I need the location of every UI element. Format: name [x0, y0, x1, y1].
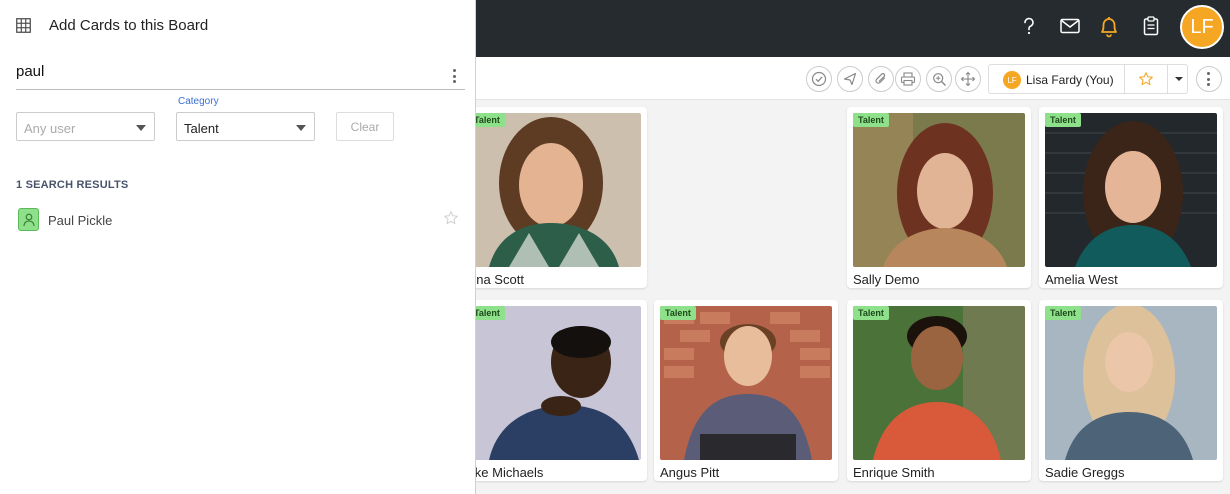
card-name: Angus Pitt [660, 465, 720, 480]
talent-card[interactable]: Talent Angus Pitt [654, 300, 838, 481]
category-tag: Talent [853, 113, 889, 127]
user-name: Lisa Fardy (You) [1026, 73, 1114, 87]
clear-button[interactable]: Clear [336, 112, 394, 141]
profile-photo [469, 113, 641, 267]
profile-photo [469, 306, 641, 460]
favorite-star-icon[interactable] [1124, 65, 1167, 93]
help-icon[interactable] [1017, 14, 1041, 38]
talent-card[interactable]: Talent like Michaels [463, 300, 647, 481]
card-name: nna Scott [469, 272, 524, 287]
star-icon[interactable] [443, 210, 459, 231]
user-avatar[interactable]: LF [1180, 5, 1224, 49]
category-filter-select[interactable]: Talent [176, 112, 315, 141]
category-tag: Talent [1045, 113, 1081, 127]
zoom-icon[interactable] [926, 66, 952, 92]
profile-photo [853, 113, 1025, 267]
card-name: like Michaels [469, 465, 544, 480]
talent-card[interactable]: Talent Amelia West [1039, 107, 1223, 288]
result-name: Paul Pickle [48, 213, 113, 228]
chevron-down-icon [296, 125, 306, 131]
grid-icon [16, 18, 31, 38]
chevron-down-icon[interactable] [1167, 65, 1189, 93]
card-name: Sally Demo [853, 272, 920, 287]
current-user-selector[interactable]: LF Lisa Fardy (You) [988, 64, 1188, 94]
category-label: Category [178, 96, 219, 107]
profile-photo [1045, 306, 1217, 460]
person-icon [18, 208, 39, 231]
category-filter-value: Talent [184, 121, 219, 136]
clipboard-icon[interactable] [1139, 14, 1163, 38]
send-icon[interactable] [837, 66, 863, 92]
check-icon[interactable] [806, 66, 832, 92]
profile-photo [660, 306, 832, 460]
search-result-item[interactable]: Paul Pickle [16, 207, 466, 233]
bell-icon[interactable] [1097, 14, 1121, 38]
card-name: Enrique Smith [853, 465, 935, 480]
results-heading: 1 SEARCH RESULTS [16, 179, 129, 191]
more-options-icon[interactable] [1196, 66, 1222, 92]
talent-card[interactable]: Talent nna Scott [463, 107, 647, 288]
card-name: Sadie Greggs [1045, 465, 1125, 480]
profile-photo [1045, 113, 1217, 267]
category-tag: Talent [660, 306, 696, 320]
user-filter-select[interactable]: Any user [16, 112, 155, 141]
talent-card[interactable]: Talent Enrique Smith [847, 300, 1031, 481]
talent-card[interactable]: Talent Sally Demo [847, 107, 1031, 288]
category-tag: Talent [853, 306, 889, 320]
search-options-icon[interactable] [453, 69, 457, 83]
chevron-down-icon [136, 125, 146, 131]
print-icon[interactable] [895, 66, 921, 92]
add-cards-panel: Add Cards to this Board Any user Categor… [0, 0, 476, 494]
mail-icon[interactable] [1058, 14, 1082, 38]
category-tag: Talent [1045, 306, 1081, 320]
user-avatar-small: LF [1003, 71, 1021, 89]
user-filter-placeholder: Any user [24, 121, 76, 136]
search-field [16, 58, 465, 90]
panel-title: Add Cards to this Board [49, 17, 209, 34]
board-toolbar: LF Lisa Fardy (You) [475, 57, 1230, 100]
attach-icon[interactable] [868, 66, 894, 92]
profile-photo [853, 306, 1025, 460]
card-name: Amelia West [1045, 272, 1118, 287]
move-icon[interactable] [955, 66, 981, 92]
search-input[interactable] [16, 63, 436, 80]
talent-card[interactable]: Talent Sadie Greggs [1039, 300, 1223, 481]
